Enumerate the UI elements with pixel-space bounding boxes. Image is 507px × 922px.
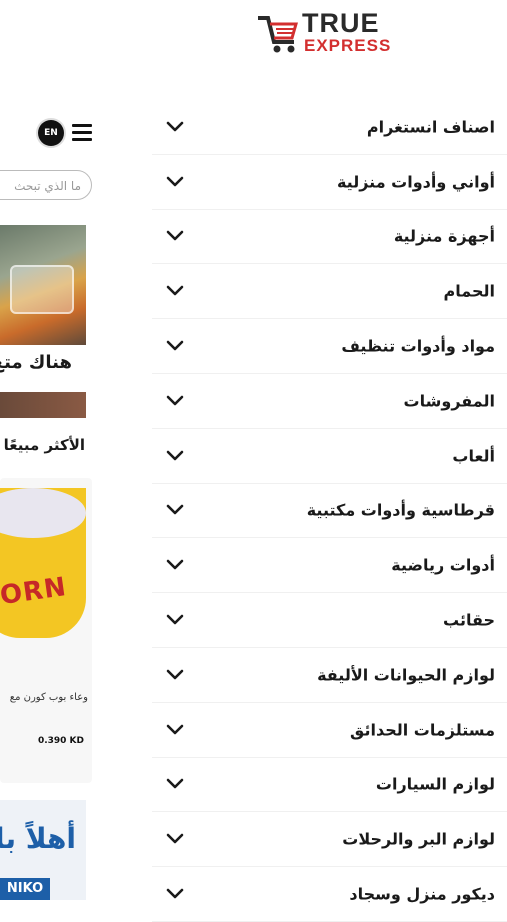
category-label: قرطاسية وأدوات مكتبية [306,500,495,520]
chevron-down-icon[interactable] [166,450,184,462]
category-label: أواني وأدوات منزلية [336,172,495,192]
hero-banner-image[interactable] [0,225,86,345]
brand-logo[interactable]: TRUE EXPRESS [256,8,406,60]
background-page: EN ما الذي تبحث هناك متع الأكثر مبيعًا C… [0,0,110,900]
category-label: لوازم البر والرحلات [342,829,495,849]
category-item[interactable]: أجهزة منزلية [152,210,507,265]
chevron-down-icon[interactable] [166,230,184,242]
chevron-down-icon[interactable] [166,504,184,516]
brand-logo-strip: NIKO [0,878,50,900]
product-image-text: CORN [0,572,69,614]
hero-banner-bottom [0,392,86,418]
category-label: لوازم السيارات [375,774,495,794]
chevron-down-icon[interactable] [166,395,184,407]
logo-text-true: TRUE [302,8,380,38]
language-toggle-button[interactable]: EN [38,120,64,146]
category-item[interactable]: قرطاسية وأدوات مكتبية [152,484,507,539]
category-item[interactable]: ألعاب [152,429,507,484]
category-item[interactable]: الحمام [152,264,507,320]
category-label: مواد وأدوات تنظيف [341,336,495,356]
category-label: أدوات رياضية [391,555,495,575]
logo-text-express: EXPRESS [304,36,392,55]
chevron-down-icon[interactable] [166,669,184,681]
product-price: 0.390 KD [37,736,84,746]
category-item[interactable]: لوازم الحيوانات الأليفة [152,648,507,703]
category-item[interactable]: مستلزمات الحدائق [152,703,507,758]
category-item[interactable]: مواد وأدوات تنظيف [152,319,507,374]
welcome-text: أهلاً بك [0,822,76,855]
chevron-down-icon[interactable] [166,614,184,626]
menu-icon[interactable] [72,124,92,145]
category-label: مستلزمات الحدائق [350,720,495,740]
product-card[interactable]: CORN وعاء بوب كورن مع 0.390 KD [0,478,92,783]
chevron-down-icon[interactable] [166,121,184,133]
chevron-down-icon[interactable] [166,340,184,352]
category-label: اصناف انستغرام [366,117,495,137]
chevron-down-icon[interactable] [166,176,184,188]
category-label: ديكور منزل وسجاد [349,884,495,904]
section-title-bestseller: الأكثر مبيعًا [3,436,85,454]
category-label: المفروشات [403,391,495,411]
hero-title: هناك متع [0,352,72,373]
search-input[interactable]: ما الذي تبحث [0,170,92,200]
chevron-down-icon[interactable] [166,833,184,845]
product-name[interactable]: وعاء بوب كورن مع [10,692,88,703]
product-image[interactable]: CORN [0,488,86,638]
category-item[interactable]: لوازم السيارات [152,758,507,813]
category-item[interactable]: ديكور منزل وسجاد [152,867,507,922]
cart-logo-icon [258,16,298,53]
chevron-down-icon[interactable] [166,888,184,900]
chevron-down-icon[interactable] [166,724,184,736]
category-label: لوازم الحيوانات الأليفة [317,665,495,685]
chevron-down-icon[interactable] [166,285,184,297]
category-label: ألعاب [452,446,495,466]
page-header: EN [30,118,100,148]
category-item[interactable]: حقائب [152,593,507,648]
chevron-down-icon[interactable] [166,559,184,571]
category-drawer: TRUE EXPRESS اصناف انستغرام أواني وأدوات … [152,0,507,922]
welcome-banner: أهلاً بك NIKO [0,800,86,900]
category-label: حقائب [443,610,495,630]
category-item[interactable]: لوازم البر والرحلات [152,812,507,868]
category-item[interactable]: المفروشات [152,374,507,429]
category-item[interactable]: اصناف انستغرام [152,100,507,155]
category-label: أجهزة منزلية [393,226,495,246]
category-list: اصناف انستغرام أواني وأدوات منزلية أجهزة م… [152,100,507,922]
category-item[interactable]: أدوات رياضية [152,538,507,594]
chevron-down-icon[interactable] [166,778,184,790]
category-label: الحمام [443,281,495,301]
category-item[interactable]: أواني وأدوات منزلية [152,155,507,210]
